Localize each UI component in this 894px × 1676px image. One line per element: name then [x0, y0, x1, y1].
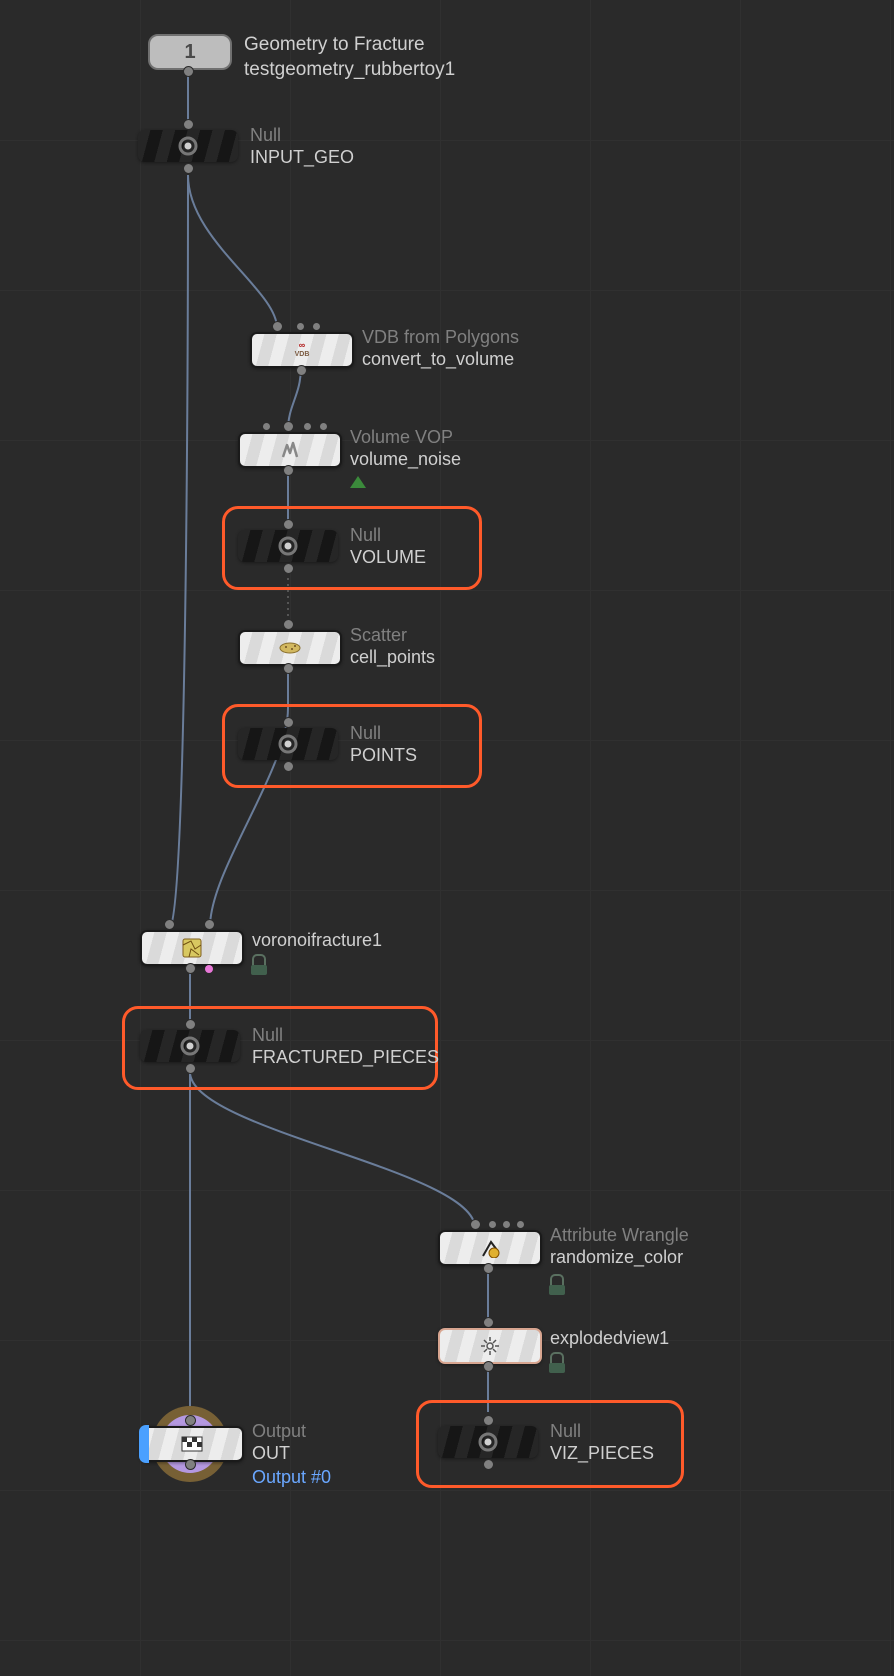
node-name-label: randomize_color	[550, 1246, 689, 1268]
node-name-label: VIZ_PIECES	[550, 1442, 654, 1464]
connector-out[interactable]	[183, 163, 194, 174]
connector-in[interactable]	[312, 322, 321, 331]
connector-out[interactable]	[185, 963, 196, 974]
connector-in[interactable]	[262, 422, 271, 431]
connector-out[interactable]	[483, 1459, 494, 1470]
connector-in[interactable]	[272, 321, 283, 332]
lock-icon	[550, 1352, 564, 1364]
connector-in[interactable]	[488, 1220, 497, 1229]
connector-out[interactable]	[283, 563, 294, 574]
node-type-label: VDB from Polygons	[362, 326, 519, 348]
node-type-label: Attribute Wrangle	[550, 1224, 689, 1246]
connector-in[interactable]	[303, 422, 312, 431]
connector-out[interactable]	[296, 365, 307, 376]
connector-out[interactable]	[283, 465, 294, 476]
lock-icon	[550, 1274, 564, 1286]
node-viz-pieces[interactable]: Null VIZ_PIECES	[438, 1426, 538, 1458]
mountain-icon	[350, 476, 366, 488]
connector-in[interactable]	[470, 1219, 481, 1230]
connector-out[interactable]	[283, 761, 294, 772]
node-output-label: Output #0	[252, 1466, 331, 1488]
connector-out[interactable]	[283, 663, 294, 674]
connector-in[interactable]	[483, 1317, 494, 1328]
connector-in[interactable]	[283, 717, 294, 728]
node-name-label: cell_points	[350, 646, 435, 668]
connector-in[interactable]	[502, 1220, 511, 1229]
connector-out[interactable]	[185, 1063, 196, 1074]
background-grid	[0, 0, 894, 1676]
connector-in[interactable]	[183, 119, 194, 130]
subnet-input-subtitle: testgeometry_rubbertoy1	[244, 57, 455, 82]
connector-in[interactable]	[296, 322, 305, 331]
connector-in[interactable]	[283, 519, 294, 530]
connector-in[interactable]	[283, 421, 294, 432]
node-type-label: Scatter	[350, 624, 435, 646]
node-name-label: voronoifracture1	[252, 929, 382, 951]
output-flag	[139, 1425, 149, 1463]
subnet-input-number: 1	[184, 41, 195, 64]
connector-out[interactable]	[183, 66, 194, 77]
node-input-geo[interactable]: Null INPUT_GEO	[138, 130, 238, 162]
node-type-label: Null	[250, 124, 354, 146]
node-graph-canvas[interactable]: 1 Geometry to Fracture testgeometry_rubb…	[0, 0, 894, 1676]
node-cell-points[interactable]: Scatter cell_points	[238, 630, 342, 666]
connector-in[interactable]	[516, 1220, 525, 1229]
node-name-label: POINTS	[350, 744, 417, 766]
node-explodedview1[interactable]: explodedview1	[438, 1328, 542, 1364]
connector-in[interactable]	[319, 422, 328, 431]
node-type-label: Null	[350, 722, 417, 744]
connector-out[interactable]	[483, 1361, 494, 1372]
spare-flag-icon	[205, 965, 213, 973]
lock-icon	[252, 954, 266, 966]
node-voronoifracture1[interactable]: voronoifracture1	[140, 930, 244, 966]
node-type-label: Output	[252, 1420, 331, 1442]
connector-in[interactable]	[483, 1415, 494, 1426]
node-points[interactable]: Null POINTS	[238, 728, 338, 760]
node-name-label: volume_noise	[350, 448, 461, 470]
connector-in[interactable]	[283, 619, 294, 630]
node-type-label: Volume VOP	[350, 426, 461, 448]
connector-in[interactable]	[164, 919, 175, 930]
node-volume[interactable]: Null VOLUME	[238, 530, 338, 562]
node-volume-noise[interactable]: Volume VOP volume_noise	[238, 432, 342, 468]
node-name-label: INPUT_GEO	[250, 146, 354, 168]
connector-in[interactable]	[185, 1019, 196, 1030]
connector-in[interactable]	[185, 1415, 196, 1426]
connector-out[interactable]	[483, 1263, 494, 1274]
node-name-label: explodedview1	[550, 1327, 669, 1349]
node-fractured-pieces[interactable]: Null FRACTURED_PIECES	[140, 1030, 240, 1062]
node-name-label: convert_to_volume	[362, 348, 519, 370]
node-type-label: Null	[350, 524, 426, 546]
connector-out[interactable]	[185, 1459, 196, 1470]
node-type-label: Null	[550, 1420, 654, 1442]
connector-in[interactable]	[204, 919, 215, 930]
node-name-label: FRACTURED_PIECES	[252, 1046, 439, 1068]
node-out[interactable]: Output OUT Output #0	[140, 1426, 244, 1462]
node-name-label: VOLUME	[350, 546, 426, 568]
node-name-label: OUT	[252, 1442, 331, 1464]
subnet-input-1[interactable]: 1	[148, 34, 232, 70]
subnet-input-labels: Geometry to Fracture testgeometry_rubber…	[244, 32, 455, 82]
node-randomize-color[interactable]: Attribute Wrangle randomize_color	[438, 1230, 542, 1266]
node-type-label: Null	[252, 1024, 439, 1046]
node-convert-to-volume[interactable]: ∞VDB VDB from Polygons convert_to_volume	[250, 332, 354, 368]
subnet-input-title: Geometry to Fracture	[244, 32, 455, 57]
